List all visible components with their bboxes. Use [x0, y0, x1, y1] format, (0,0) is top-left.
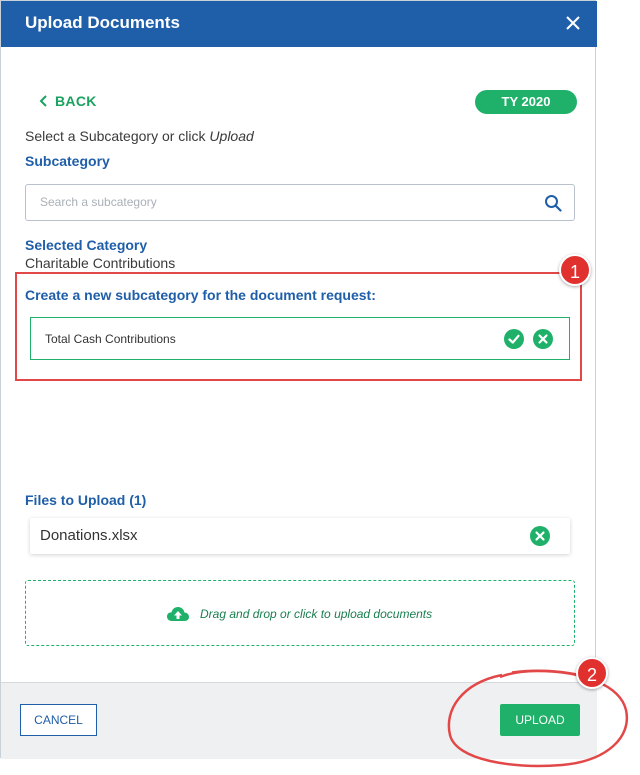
dropzone-text: Drag and drop or click to upload documen… [200, 607, 433, 621]
upload-dropzone[interactable]: Drag and drop or click to upload documen… [25, 580, 575, 646]
file-name: Donations.xlsx [40, 527, 138, 544]
callout-badge-2: 2 [576, 657, 608, 689]
new-subcategory-field[interactable]: Total Cash Contributions [30, 317, 570, 360]
upload-documents-dialog: Upload Documents BACK TY 2020 Select a S… [0, 0, 597, 759]
subcategory-search-input[interactable] [40, 195, 520, 209]
selected-category-label: Selected Category [25, 237, 148, 253]
new-subcategory-value: Total Cash Contributions [45, 332, 176, 346]
back-label: BACK [55, 93, 97, 109]
search-button[interactable] [544, 194, 562, 212]
instruction-prefix: Select a Subcategory or click [25, 128, 210, 144]
cancel-subcategory-button[interactable] [533, 329, 553, 349]
search-icon [545, 195, 562, 212]
check-circle-icon [508, 334, 520, 344]
dropzone-content: Drag and drop or click to upload documen… [166, 605, 432, 623]
remove-file-button[interactable] [530, 526, 550, 546]
instruction-text: Select a Subcategory or click Upload [25, 128, 254, 144]
cancel-button[interactable]: CANCEL [20, 704, 97, 736]
files-to-upload-label: Files to Upload (1) [25, 492, 147, 508]
cloud-upload-icon [167, 607, 189, 621]
subcategory-label: Subcategory [25, 153, 110, 169]
close-button[interactable] [563, 13, 583, 33]
confirm-subcategory-button[interactable] [504, 329, 524, 349]
x-circle-icon [538, 334, 548, 344]
subcategory-search [25, 184, 575, 221]
callout-badge-1: 1 [559, 254, 591, 286]
tax-year-badge: TY 2020 [475, 90, 577, 114]
x-circle-icon [535, 531, 545, 541]
dialog-header: Upload Documents [1, 1, 597, 47]
instruction-emphasis: Upload [209, 128, 254, 144]
new-subcategory-label: Create a new subcategory for the documen… [25, 287, 376, 303]
close-icon [566, 16, 580, 30]
chevron-left-icon [39, 95, 47, 107]
selected-category-value: Charitable Contributions [25, 255, 176, 271]
file-list-item: Donations.xlsx [30, 518, 570, 554]
dialog-title: Upload Documents [25, 13, 180, 32]
back-button[interactable]: BACK [39, 93, 97, 109]
